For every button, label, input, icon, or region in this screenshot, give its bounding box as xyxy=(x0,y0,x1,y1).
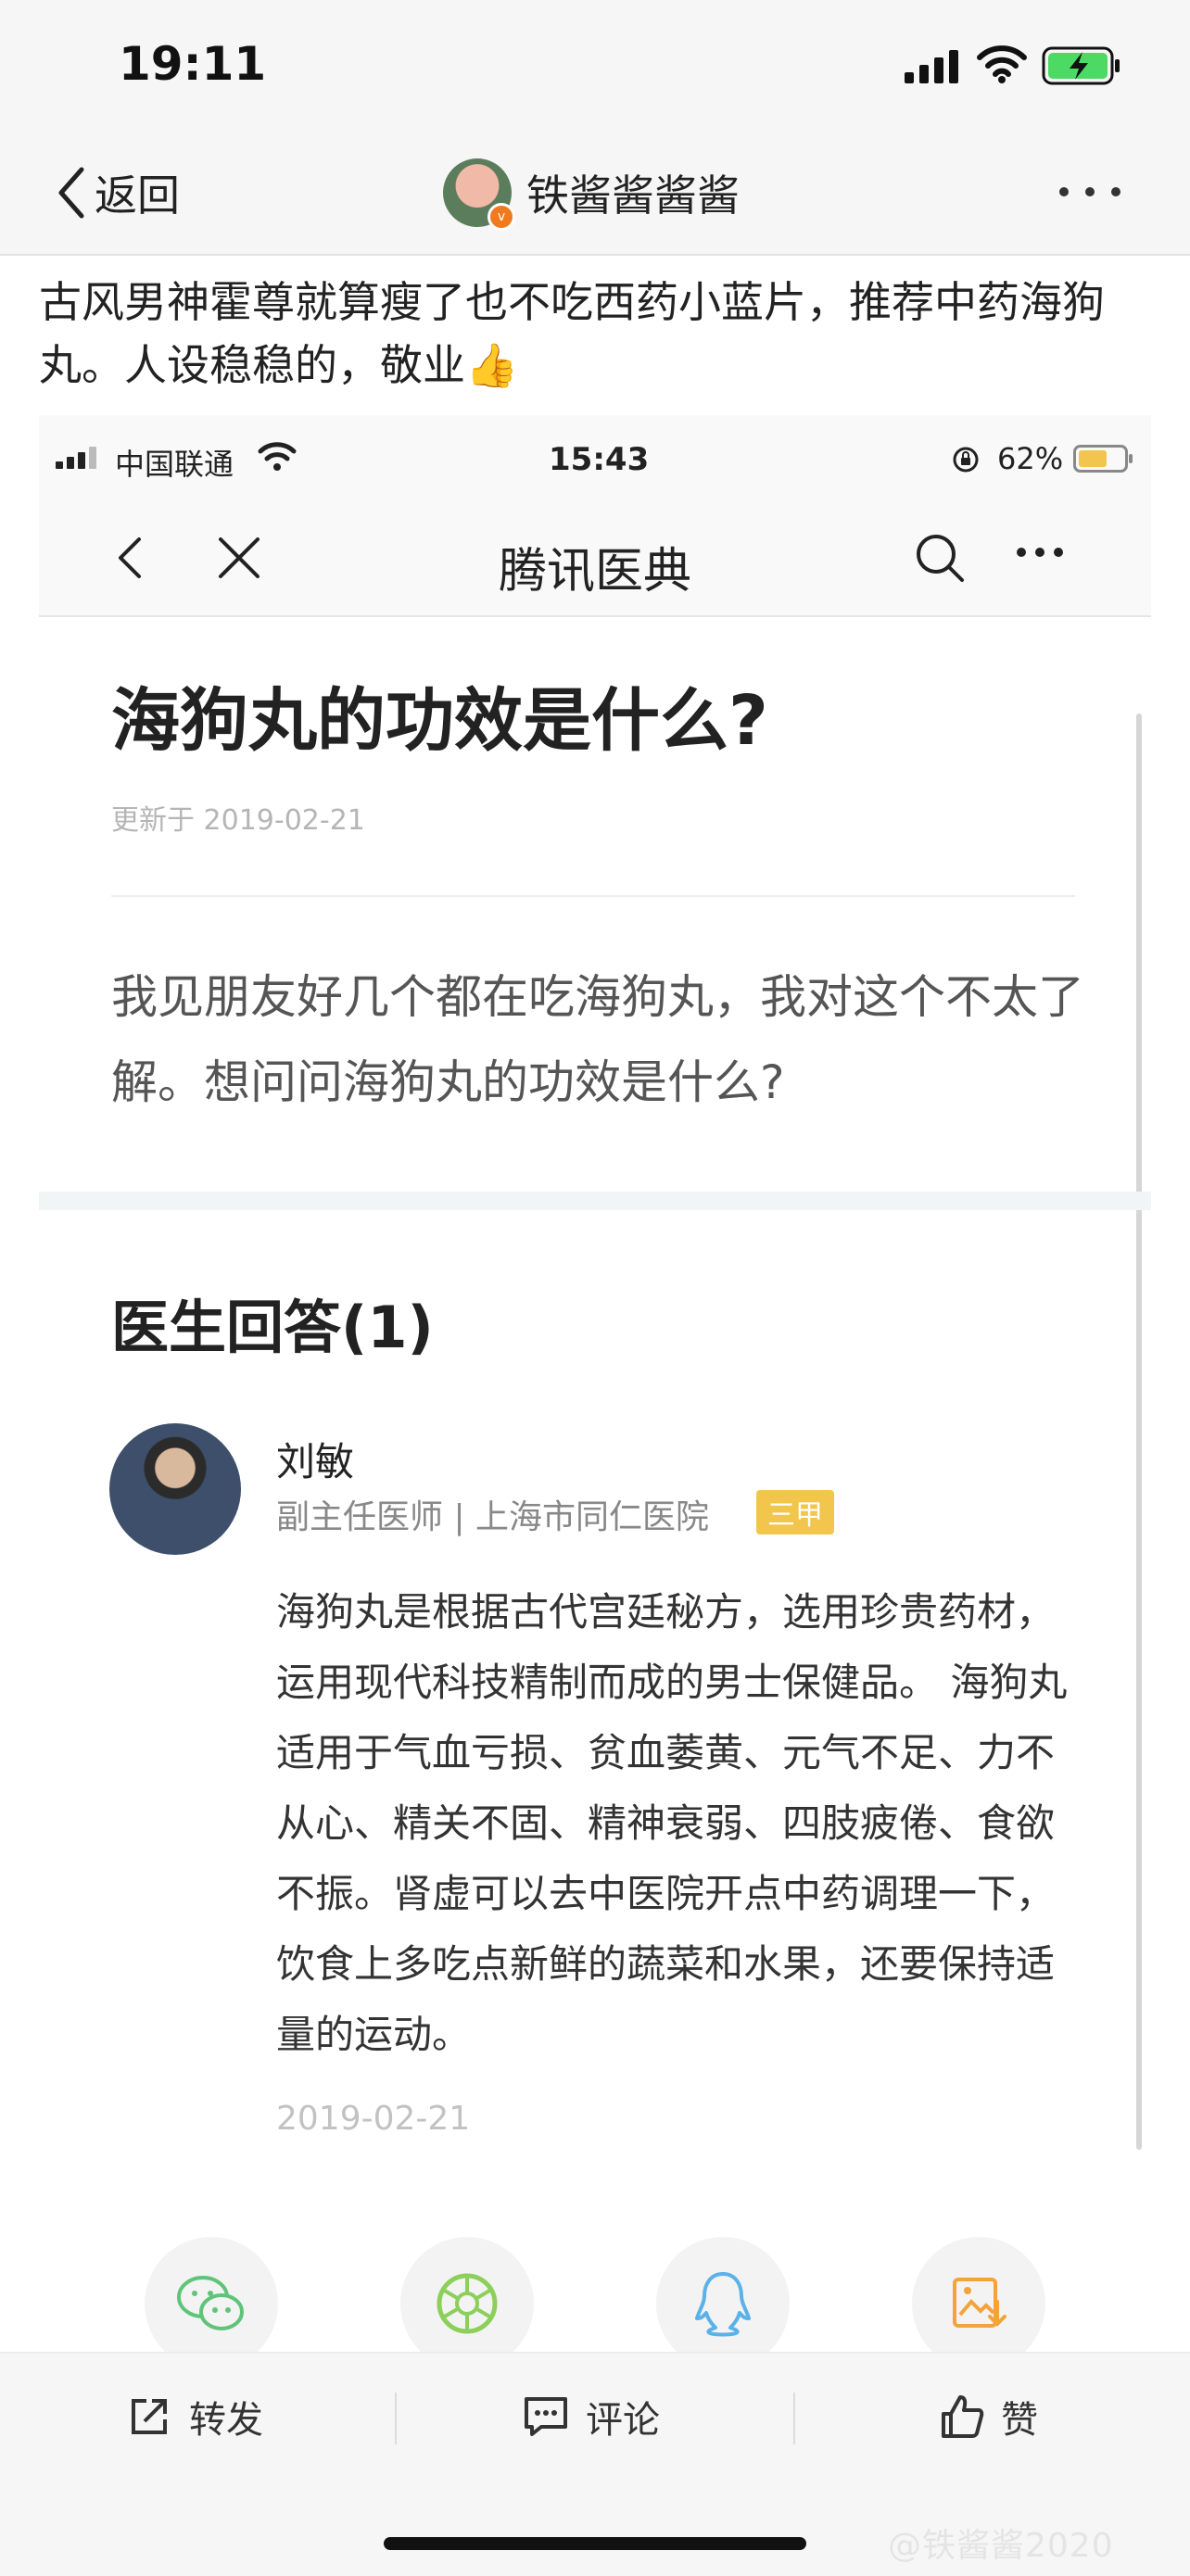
comment-label: 评论 xyxy=(586,2399,660,2442)
moments-icon xyxy=(437,2273,498,2334)
back-label: 返回 xyxy=(95,170,180,221)
wechat-icon xyxy=(177,2276,244,2330)
cellular-signal-icon xyxy=(905,50,958,83)
wifi-icon xyxy=(258,442,297,471)
qq-icon xyxy=(695,2272,751,2337)
battery-charging-icon xyxy=(1042,46,1120,85)
update-date: 更新于 2019-02-21 xyxy=(111,804,365,837)
chevron-left-icon xyxy=(58,167,84,219)
ellipsis-icon[interactable] xyxy=(1053,178,1127,206)
like-button[interactable]: 赞 xyxy=(938,2385,1038,2448)
divider xyxy=(793,2393,795,2444)
answer-date: 2019-02-21 xyxy=(276,2100,471,2138)
repost-label: 转发 xyxy=(189,2399,263,2442)
battery-percent: 62% xyxy=(997,441,1064,476)
share-icon xyxy=(132,2399,167,2434)
back-button[interactable]: 返回 xyxy=(56,156,180,230)
embedded-screenshot[interactable]: 中国联通 15:43 62% 腾讯医典 海狗丸的功效是什么? 更新于 2019-… xyxy=(39,415,1151,2352)
thumbs-up-icon xyxy=(942,2395,984,2438)
profile-header[interactable]: v 铁酱酱酱酱 xyxy=(443,156,740,231)
post-text: 古风男神霍尊就算瘦了也不吃西药小蓝片，推荐中药海狗丸。人设稳稳的，敬业👍 xyxy=(39,277,1105,390)
repost-button[interactable]: 转发 xyxy=(126,2385,263,2448)
share-moments-button[interactable] xyxy=(400,2237,534,2352)
inner-status-time: 15:43 xyxy=(549,441,650,478)
divider xyxy=(111,895,1075,897)
hospital-grade-badge: 三甲 xyxy=(756,1490,834,1534)
answers-heading: 医生回答(1) xyxy=(111,1281,434,1364)
share-wechat-button[interactable] xyxy=(145,2237,278,2352)
profile-name: 铁酱酱酱酱 xyxy=(526,170,740,221)
save-image-button[interactable] xyxy=(912,2237,1045,2352)
carrier-name: 中国联通 xyxy=(115,447,234,482)
wifi-icon xyxy=(977,45,1027,83)
doctor-avatar[interactable] xyxy=(109,1423,241,1555)
cellular-signal-icon xyxy=(56,447,96,469)
doctor-title: 副主任医师 | 上海市同仁医院 xyxy=(276,1498,710,1536)
ellipsis-icon[interactable] xyxy=(1012,541,1068,563)
answer-body: 海狗丸是根据古代宫廷秘方，选用珍贵药材，运用现代科技精制而成的男士保健品。 海狗… xyxy=(276,1589,1068,2057)
verified-icon: v xyxy=(487,203,515,231)
answers-heading-label: 医生回答 xyxy=(111,1294,342,1361)
status-time: 19:11 xyxy=(119,37,267,91)
comment-icon xyxy=(525,2397,567,2436)
share-qq-button[interactable] xyxy=(656,2237,790,2352)
section-divider xyxy=(39,1192,1151,1210)
home-indicator[interactable] xyxy=(384,2537,806,2550)
search-icon[interactable] xyxy=(910,528,969,587)
battery-icon xyxy=(1073,445,1133,473)
comment-button[interactable]: 评论 xyxy=(523,2385,660,2448)
like-label: 赞 xyxy=(1001,2399,1038,2442)
divider xyxy=(395,2393,397,2444)
doctor-name[interactable]: 刘敏 xyxy=(276,1431,354,1487)
rotation-lock-icon xyxy=(953,447,979,473)
question-text: 我见朋友好几个都在吃海狗丸，我对这个不太了解。想问问海狗丸的功效是什么? xyxy=(111,970,1084,1109)
save-image-icon xyxy=(953,2278,1006,2328)
chevron-left-icon[interactable] xyxy=(111,530,148,586)
article-title: 海狗丸的功效是什么? xyxy=(111,681,768,761)
inner-page-title: 腾讯医典 xyxy=(498,544,691,600)
avatar[interactable]: v xyxy=(443,158,515,231)
scrollbar[interactable] xyxy=(1136,713,1142,2150)
watermark: @铁酱酱2020 xyxy=(888,2527,1114,2565)
answers-count: (1) xyxy=(341,1294,434,1361)
close-icon[interactable] xyxy=(211,530,267,586)
